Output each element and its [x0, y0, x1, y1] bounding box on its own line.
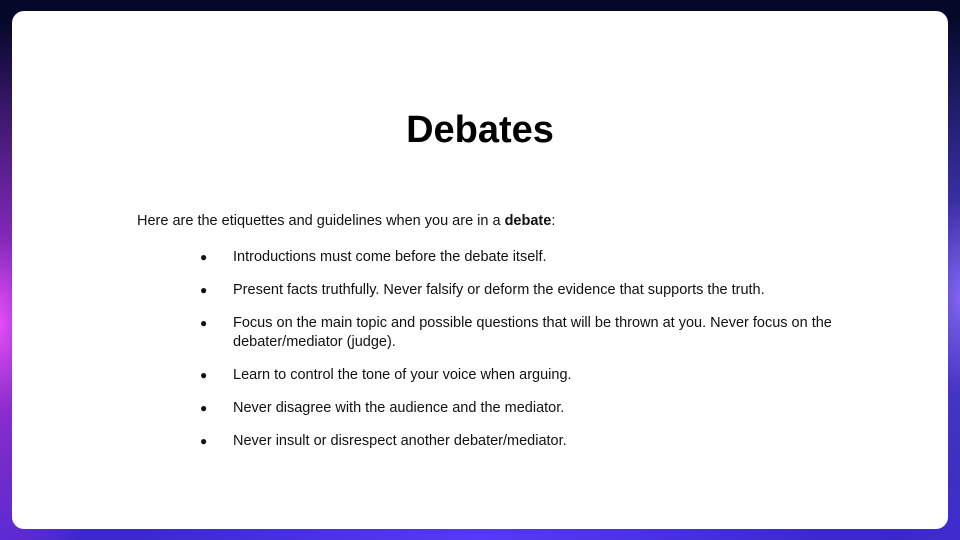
list-item-text: Focus on the main topic and possible que…: [233, 315, 832, 350]
slide-card: Debates Here are the etiquettes and guid…: [12, 11, 948, 529]
slide-title: Debates: [406, 109, 554, 151]
bullet-icon: ●: [200, 368, 208, 382]
bullet-icon: ●: [200, 283, 208, 297]
bullet-icon: ●: [200, 316, 208, 330]
list-item: ● Never disagree with the audience and th…: [200, 399, 840, 418]
intro-text: Here are the etiquettes and guidelines w…: [137, 213, 555, 229]
bullet-icon: ●: [200, 250, 208, 264]
list-item-text: Never disagree with the audience and the…: [233, 400, 565, 416]
list-item-text: Never insult or disrespect another debat…: [233, 433, 567, 449]
intro-suffix: :: [551, 213, 556, 229]
bullet-icon: ●: [200, 434, 208, 448]
list-item: ● Present facts truthfully. Never falsify…: [200, 281, 840, 300]
list-item: ● Learn to control the tone of your voice…: [200, 366, 840, 385]
list-item-text: Learn to control the tone of your voice …: [233, 367, 572, 383]
intro-prefix: Here are the etiquettes and guidelines w…: [137, 213, 505, 229]
intro-bold-keyword: debate: [504, 213, 552, 229]
list-item: ● Introductions must come before the deba…: [200, 248, 840, 267]
list-item-text: Present facts truthfully. Never falsify …: [233, 282, 765, 298]
list-item: ● Never insult or disrespect another deba…: [200, 432, 840, 451]
guidelines-list: ● Introductions must come before the deba…: [200, 248, 840, 465]
list-item-text: Introductions must come before the debat…: [233, 249, 547, 265]
list-item: ● Focus on the main topic and possible qu…: [200, 314, 840, 352]
bullet-icon: ●: [200, 401, 208, 415]
